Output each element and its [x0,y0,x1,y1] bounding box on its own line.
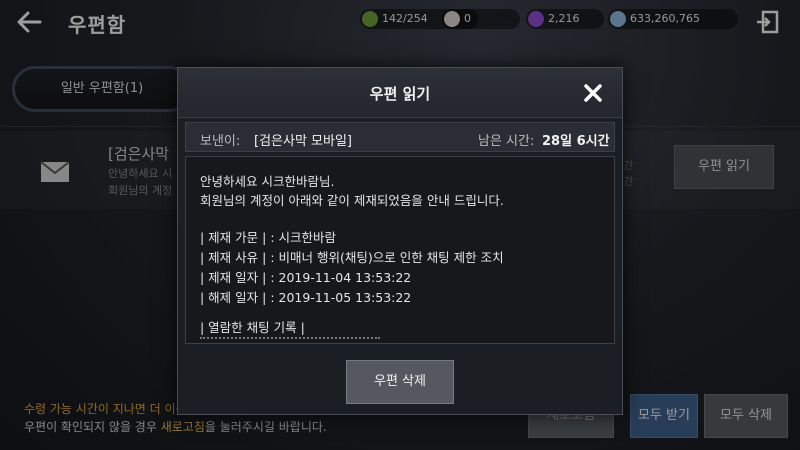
read-mail-dialog: 우편 읽기 보낸이: [검은사막 모바일] 남은 시간: 28일 6시간 안녕하… [177,67,623,415]
sanction-start-date: | 제재 일자 | : 2019-11-04 13:53:22 [200,270,412,285]
sanction-reason: | 제재 사유 | : 비매너 행위(채팅)으로 인한 채팅 제한 조치 [200,250,504,265]
close-icon[interactable] [583,83,603,103]
sanction-end-date: | 해제 일자 | : 2019-11-05 13:53:22 [200,290,412,305]
mail-meta-bar: 보낸이: [검은사막 모바일] 남은 시간: 28일 6시간 [185,122,615,152]
sender-value: [검은사막 모바일] [254,134,352,149]
mail-intro: 회원님의 계정이 아래와 같이 제재되었음을 안내 드립니다. [200,193,504,208]
delete-mail-button[interactable]: 우편 삭제 [346,360,454,404]
truncated-text [200,337,380,343]
mail-greeting: 안녕하세요 시크한바람님. [200,174,335,189]
mail-body[interactable]: 안녕하세요 시크한바람님. 회원님의 계정이 아래와 같이 제재되었음을 안내 … [185,156,615,344]
dialog-title: 우편 읽기 [369,85,431,103]
sender-label: 보낸이: [200,134,241,149]
chat-log-header: | 열람한 채팅 기록 | [200,320,305,335]
sanction-family: | 제재 가문 | : 시크한바람 [200,230,337,245]
remaining-time-value: 28일 6시간 [542,134,610,149]
dialog-header: 우편 읽기 [178,68,622,118]
remaining-time-label: 남은 시간: [478,134,535,149]
